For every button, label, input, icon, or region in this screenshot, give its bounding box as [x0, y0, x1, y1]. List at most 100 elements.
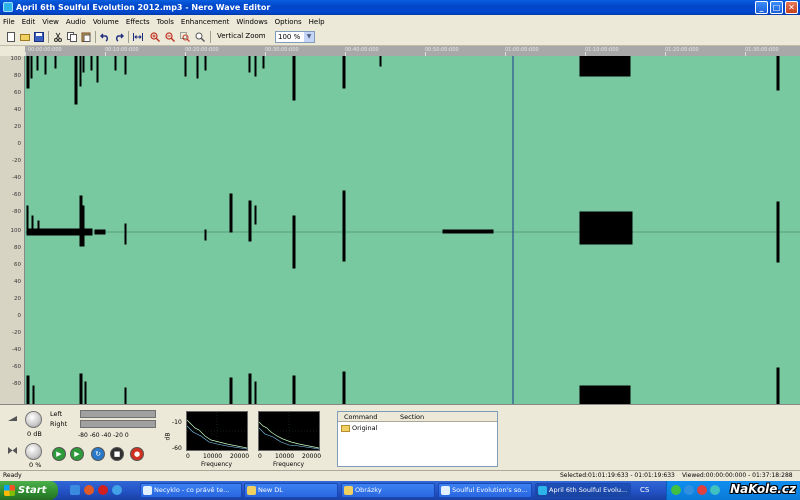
menu-edit[interactable]: Edit [22, 18, 36, 26]
menu-effects[interactable]: Effects [126, 18, 150, 26]
zoom-in-icon[interactable] [150, 32, 160, 42]
menu-help[interactable]: Help [309, 18, 325, 26]
column-section[interactable]: Section [400, 413, 424, 421]
command-history-header: Command Section [338, 412, 497, 422]
vertical-zoom-label: Vertical Zoom [217, 32, 266, 40]
folder-icon [247, 486, 256, 495]
time-ruler[interactable]: 00:00:00:000 00:10:00:000 00:20:00:000 0… [25, 46, 800, 56]
menu-tools[interactable]: Tools [157, 18, 174, 26]
toolbar-separator [210, 31, 211, 43]
tray-icon[interactable] [710, 485, 720, 495]
record-button[interactable]: ● [130, 447, 144, 461]
taskbar-item-active[interactable]: April 6th Soulful Evolu... [535, 483, 631, 498]
open-folder-icon[interactable] [20, 32, 30, 42]
spectrum-freq-label: Frequency [273, 461, 304, 468]
windows-logo-icon [4, 485, 15, 496]
left-channel-label: Left [50, 410, 63, 418]
amplitude-label: 0 [17, 313, 22, 319]
redo-icon[interactable] [114, 32, 124, 42]
spectrum-freq-tick: 10000 [203, 453, 223, 460]
menu-view[interactable]: View [42, 18, 59, 26]
ruler-label: 00:30:00:000 [265, 47, 299, 53]
vertical-zoom-select[interactable]: 100 % ▼ [275, 31, 315, 43]
toolbar: Vertical Zoom 100 % ▼ [0, 28, 800, 46]
amplitude-label: 80 [14, 245, 21, 251]
opera-icon[interactable] [98, 485, 108, 495]
zoom-selection-icon[interactable] [180, 32, 190, 42]
taskbar-item[interactable]: Soulful Evolution's so... [438, 483, 532, 498]
taskbar-item[interactable]: Obrázky [341, 483, 435, 498]
tray-icon[interactable] [684, 485, 694, 495]
play-selection-button[interactable]: ▶ [70, 447, 84, 461]
waveform-plot[interactable] [25, 56, 800, 404]
firefox-icon[interactable] [84, 485, 94, 495]
menu-volume[interactable]: Volume [93, 18, 119, 26]
level-meter-scale: -80 -60 -40 -20 0 [78, 432, 129, 439]
watermark-logo: NaKole.cz [730, 482, 796, 496]
play-button[interactable]: ▶ [52, 447, 66, 461]
show-desktop-icon[interactable] [70, 485, 80, 495]
amplitude-label: -60 [12, 364, 21, 370]
copy-icon[interactable] [67, 32, 77, 42]
top-channel-waveform [26, 56, 780, 105]
amplitude-label: 60 [14, 90, 21, 96]
ie-icon[interactable] [112, 485, 122, 495]
amplitude-label: 100 [10, 56, 22, 62]
start-button[interactable]: Start [0, 481, 58, 500]
menu-file[interactable]: File [3, 18, 15, 26]
fit-to-window-icon[interactable] [133, 32, 143, 42]
spectrum-freq-label: Frequency [201, 461, 232, 468]
toolbar-separator [128, 31, 129, 43]
new-file-icon[interactable] [6, 32, 16, 42]
ruler-label: 00:10:00:000 [105, 47, 139, 53]
column-command[interactable]: Command [344, 413, 377, 421]
spectrum-freq-tick: 0 [258, 453, 262, 460]
tray-icon[interactable] [671, 485, 681, 495]
command-history-panel: Command Section Original [337, 411, 498, 467]
menu-bar: File Edit View Audio Volume Effects Tool… [0, 15, 800, 28]
waveform-area[interactable] [25, 56, 800, 404]
amplitude-label: -20 [12, 158, 21, 164]
menu-enhancement[interactable]: Enhancement [181, 18, 229, 26]
zoom-full-icon[interactable] [195, 32, 205, 42]
chevron-down-icon[interactable]: ▼ [304, 32, 314, 42]
tray-icon[interactable] [697, 485, 707, 495]
left-spectrum-analyzer [186, 411, 248, 451]
zoom-out-icon[interactable] [165, 32, 175, 42]
loop-button[interactable]: ↻ [91, 447, 105, 461]
spectrum-freq-tick: 20000 [302, 453, 322, 460]
left-level-meter [80, 410, 156, 418]
menu-windows[interactable]: Windows [236, 18, 267, 26]
menu-options[interactable]: Options [275, 18, 302, 26]
toolbar-separator [95, 31, 96, 43]
status-bar: Ready Selected:01:01:19:633 - 01:01:19:6… [0, 470, 800, 481]
task-label: New DL [258, 486, 283, 494]
amplitude-label: 20 [14, 124, 21, 130]
pan-knob[interactable] [25, 443, 42, 460]
windows-taskbar: Start Necyklo - co právě te... New DL Ob… [0, 481, 800, 500]
task-label: Necyklo - co právě te... [154, 486, 230, 494]
taskbar-item[interactable]: New DL [244, 483, 338, 498]
volume-knob[interactable] [25, 411, 42, 428]
minimize-button[interactable]: _ [755, 1, 768, 14]
command-history-row[interactable]: Original [341, 424, 377, 432]
menu-audio[interactable]: Audio [66, 18, 86, 26]
amplitude-label: -20 [12, 330, 21, 336]
stop-button[interactable]: ■ [110, 447, 124, 461]
amplitude-label: 0 [17, 141, 22, 147]
command-label: Original [352, 424, 378, 432]
cut-icon[interactable] [53, 32, 63, 42]
language-indicator[interactable]: CS [640, 486, 649, 494]
start-label: Start [18, 485, 47, 496]
amplitude-label: 80 [14, 73, 21, 79]
taskbar-item[interactable]: Necyklo - co právě te... [140, 483, 242, 498]
undo-icon[interactable] [100, 32, 110, 42]
browser-icon [143, 486, 152, 495]
right-channel-label: Right [50, 420, 68, 428]
bottom-channel-waveform [26, 190, 780, 269]
save-icon[interactable] [34, 32, 44, 42]
paste-icon[interactable] [81, 32, 91, 42]
maximize-button[interactable]: □ [770, 1, 783, 14]
vertical-zoom-value: 100 % [278, 33, 301, 41]
close-button[interactable]: ✕ [785, 1, 798, 14]
